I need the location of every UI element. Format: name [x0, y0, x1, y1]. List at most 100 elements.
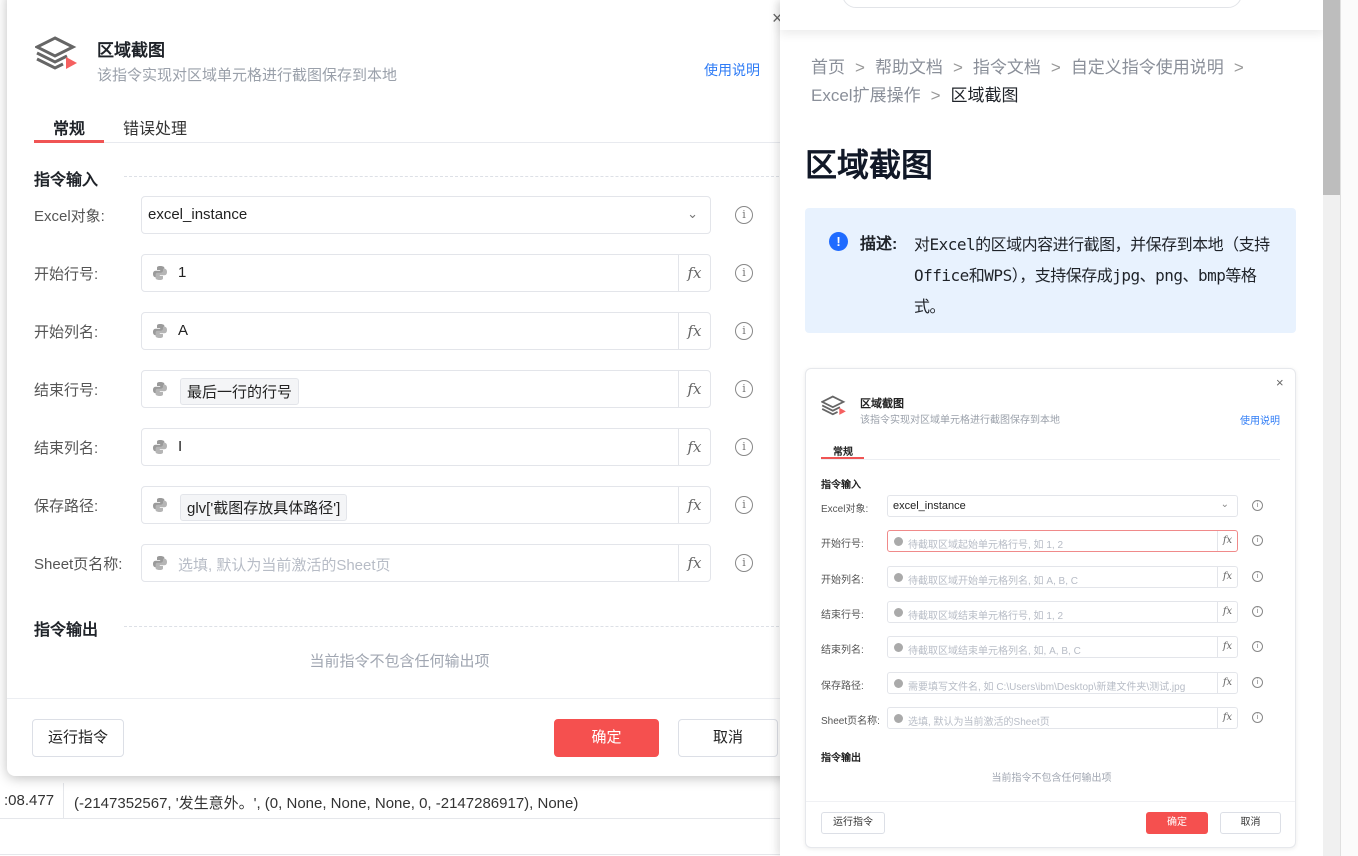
dialog-title: 区域截图 — [97, 41, 165, 60]
field-placeholder: 选填, 默认为当前激活的Sheet页 — [178, 557, 391, 574]
fx-icon: fx — [1217, 707, 1237, 728]
end-row-input[interactable]: 最后一行的行号 fx — [141, 370, 711, 408]
active-tab-indicator — [34, 140, 104, 143]
note-key: 描述: — [860, 236, 898, 253]
layers-icon — [821, 395, 846, 416]
scrollbar-thumb[interactable] — [1323, 0, 1340, 195]
log-row-empty — [0, 819, 790, 855]
preview-placeholder: 待截取区域结束单元格列名, 如, A, B, C — [908, 646, 1081, 658]
preview-cancel-button: 取消 — [1220, 812, 1281, 834]
tab-general[interactable]: 常规 — [53, 115, 85, 139]
preview-placeholder: 待截取区域起始单元格行号, 如 1, 2 — [908, 540, 1064, 552]
field-value: 1 — [178, 264, 187, 281]
fx-icon[interactable]: fx — [678, 371, 710, 407]
dialog-subtitle: 该指令实现对区域单元格进行截图保存到本地 — [97, 67, 398, 84]
tab-error-handling[interactable]: 错误处理 — [123, 115, 187, 139]
run-command-button[interactable]: 运行指令 — [32, 719, 124, 757]
chevron-down-icon[interactable]: ⌄ — [687, 206, 698, 222]
doc-heading: 区域截图 — [805, 147, 934, 183]
preview-placeholder: 待截取区域开始单元格列名, 如 A, B, C — [908, 575, 1079, 587]
command-dialog: × 区域截图 该指令实现对区域单元格进行截图保存到本地 使用说明 常规 错误处理… — [7, 0, 794, 776]
output-section-title: 指令输出 — [34, 622, 99, 639]
excel-object-input[interactable]: excel_instance ⌄ — [141, 196, 711, 234]
python-icon — [152, 323, 168, 339]
info-icon: i — [1252, 676, 1263, 688]
fx-icon: fx — [1217, 566, 1237, 587]
breadcrumb-separator: > — [1233, 58, 1244, 77]
sheet-name-input[interactable]: 选填, 默认为当前激活的Sheet页 fx — [141, 544, 711, 582]
info-icon[interactable]: i — [735, 554, 753, 572]
start-column-input[interactable]: Afx — [141, 312, 711, 350]
preview-field-label: Sheet页名称: — [821, 715, 880, 727]
ok-button[interactable]: 确定 — [554, 719, 659, 757]
preview-no-output: 当前指令不包含任何输出项 — [991, 773, 1112, 784]
breadcrumb-current: 区域截图 — [950, 86, 1019, 105]
note-text: 对Excel的区域内容进行截图，并保存到本地（支持Office和WPS），支持保… — [914, 235, 1270, 316]
python-icon — [152, 381, 168, 397]
start-row-label: 开始行号: — [34, 266, 99, 283]
help-link[interactable]: 使用说明 — [704, 60, 760, 80]
preview-field-value: excel_instance — [893, 500, 966, 512]
dialog-footer — [7, 698, 792, 699]
no-output-text: 当前指令不包含任何输出项 — [309, 653, 490, 670]
fx-icon[interactable]: fx — [678, 313, 710, 349]
info-icon: i — [1252, 570, 1263, 582]
python-icon — [152, 439, 168, 455]
python-icon — [152, 265, 168, 281]
variable-chip: 最后一行的行号 — [180, 378, 300, 405]
fx-icon[interactable]: fx — [678, 429, 710, 465]
fx-icon[interactable]: fx — [678, 255, 710, 291]
cancel-button[interactable]: 取消 — [678, 719, 778, 757]
python-icon — [152, 497, 168, 513]
start-row-input[interactable]: 1 fx — [141, 254, 711, 292]
end-column-input[interactable]: Ifx — [141, 428, 711, 466]
preview-placeholder: 选填, 默认为当前激活的Sheet页 — [908, 716, 1050, 728]
info-icon[interactable]: i — [735, 264, 753, 282]
breadcrumb-home[interactable]: 首页 — [811, 58, 845, 77]
fx-icon[interactable]: fx — [678, 545, 710, 581]
info-icon: i — [1252, 641, 1263, 653]
python-icon — [894, 537, 903, 547]
search-input[interactable] — [842, 0, 1242, 8]
save-path-input[interactable]: glv['截图存放具体路径'] fx — [141, 486, 711, 524]
breadcrumb-command-docs[interactable]: 指令文档 — [973, 58, 1041, 77]
info-icon[interactable]: i — [735, 380, 753, 398]
python-icon — [894, 643, 903, 653]
window-edge — [1340, 0, 1358, 856]
python-icon — [894, 713, 903, 723]
info-icon[interactable]: i — [735, 206, 753, 224]
breadcrumb-custom-command[interactable]: 自定义指令使用说明 — [1071, 58, 1224, 77]
info-icon[interactable]: i — [735, 496, 753, 514]
help-doc-panel: 首页 > 帮助文档 > 指令文档 > 自定义指令使用说明 > Excel扩展操作 > 区域截图 区域… — [780, 0, 1324, 856]
preview-field: 选填, 默认为当前激活的Sheet页 fx — [887, 706, 1238, 729]
divider — [124, 626, 784, 627]
preview-ok-button: 确定 — [1146, 812, 1208, 834]
preview-title: 区域截图 — [860, 398, 904, 410]
fx-icon: fx — [1217, 531, 1237, 552]
info-icon: i — [1252, 605, 1263, 617]
preview-field-label: 结束行号: — [821, 609, 864, 621]
info-icon[interactable]: i — [735, 322, 753, 340]
python-icon — [894, 678, 903, 688]
field-value: excel_instance — [148, 206, 248, 223]
preview-input-section: 指令输入 — [821, 480, 861, 491]
save-path-label: 保存路径: — [34, 498, 99, 515]
preview-field-label: 开始列名: — [821, 574, 864, 586]
field-value: A — [178, 322, 189, 339]
breadcrumb-excel-ext[interactable]: Excel扩展操作 — [811, 86, 921, 105]
info-icon[interactable]: i — [735, 438, 753, 456]
divider — [124, 176, 784, 177]
preview-tab: 常规 — [833, 447, 853, 458]
preview-field: 待截取区域开始单元格列名, 如 A, B, C fx — [887, 565, 1238, 588]
layers-icon — [35, 36, 77, 70]
preview-field: 待截取区域结束单元格行号, 如 1, 2 fx — [887, 600, 1238, 623]
preview-placeholder: 需要填写文件名, 如 C:\Users\ibm\Desktop\新建文件夹\测试… — [908, 681, 1186, 693]
doc-topbar — [780, 0, 1324, 30]
breadcrumb-separator: > — [930, 86, 941, 105]
breadcrumb-help-docs[interactable]: 帮助文档 — [875, 58, 943, 77]
python-icon — [894, 607, 903, 617]
close-icon: × — [1276, 375, 1284, 390]
chevron-down-icon: ⌄ — [1220, 499, 1229, 510]
fx-icon[interactable]: fx — [678, 487, 710, 523]
preview-output-section: 指令输出 — [821, 753, 861, 764]
